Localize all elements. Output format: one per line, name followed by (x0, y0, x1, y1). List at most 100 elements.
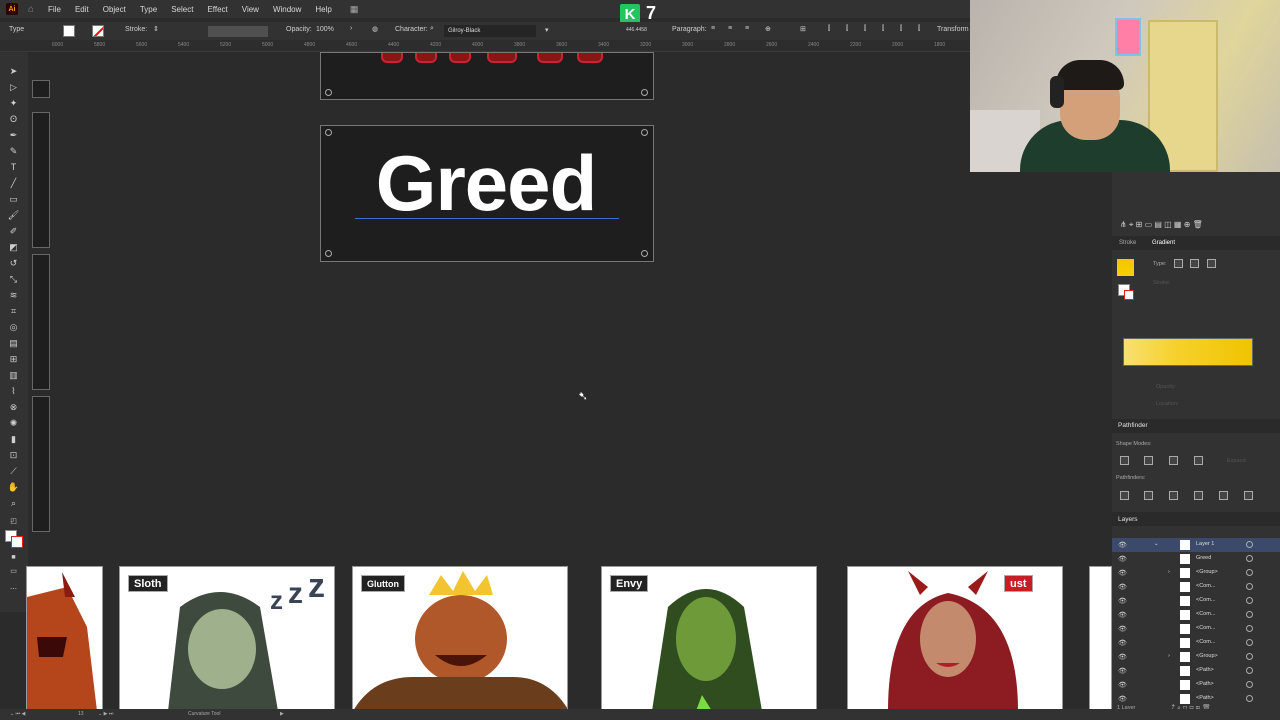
chevron-right-icon[interactable]: › (350, 25, 352, 32)
menu-file[interactable]: File (48, 5, 61, 14)
mesh-tool-icon[interactable]: ⊞ (7, 354, 20, 365)
minus-back-icon[interactable] (1244, 491, 1253, 500)
draw-mode-icon[interactable]: ▭ (7, 566, 20, 577)
crop-icon[interactable] (1194, 491, 1203, 500)
opacity-value[interactable]: 100% (316, 26, 334, 33)
expand-button[interactable]: Expand (1227, 458, 1246, 464)
linear-gradient-icon[interactable] (1174, 259, 1183, 268)
stroke-color-swatch[interactable] (11, 536, 23, 548)
eraser-tool-icon[interactable]: ◩ (7, 242, 20, 253)
magic-wand-tool-icon[interactable]: ✦ (7, 98, 20, 109)
artboard-strip[interactable] (32, 396, 50, 532)
trim-icon[interactable] (1144, 491, 1153, 500)
align-hcenter-icon[interactable]: ⫿ (846, 25, 848, 33)
more-tools-icon[interactable]: ⋯ (7, 584, 20, 595)
paintbrush-tool-icon[interactable]: 🖌 (7, 210, 20, 221)
lasso-tool-icon[interactable]: ʘ (7, 114, 20, 125)
font-family-field[interactable]: Gilroy-Black (444, 25, 536, 37)
align-center-icon[interactable]: ≡ (728, 25, 732, 32)
symbol-sprayer-tool-icon[interactable]: ✺ (7, 418, 20, 429)
shaper-tool-icon[interactable]: ✐ (7, 226, 20, 237)
menu-window[interactable]: Window (273, 5, 301, 14)
home-icon[interactable]: ⌂ (28, 4, 34, 15)
artboard-previous[interactable] (320, 52, 654, 100)
gradient-tool-icon[interactable]: ▥ (7, 370, 20, 381)
zoom-tool-icon[interactable]: ⌕ (7, 498, 20, 509)
transform-label[interactable]: Transform (937, 26, 969, 33)
layer-row[interactable]: 👁 <Com... (1112, 622, 1280, 636)
artboard-strip[interactable] (32, 254, 50, 390)
outline-icon[interactable] (1219, 491, 1228, 500)
slice-tool-icon[interactable]: ⟋ (7, 466, 20, 477)
gradient-stroke-swatch[interactable] (1124, 290, 1134, 300)
align-right-icon[interactable]: ≡ (745, 25, 749, 32)
menu-help[interactable]: Help (315, 5, 331, 14)
panel-toolbar-icons[interactable]: ⋔ ⌖ ⊞ ▭ ▤ ◫ ▦ ⊕ 🗑 (1120, 220, 1203, 230)
menu-effect[interactable]: Effect (207, 5, 227, 14)
align-top-icon[interactable]: ⫿ (882, 25, 884, 33)
artboard-handle[interactable] (641, 89, 648, 96)
artboard-strip[interactable] (32, 112, 50, 248)
card-partial[interactable] (1089, 566, 1112, 710)
artboard-next-icons[interactable]: ⌄ ▶ ⏭ (98, 711, 113, 717)
default-colors-icon[interactable]: ◰ (7, 516, 20, 527)
hand-tool-icon[interactable]: ✋ (7, 482, 20, 493)
selection-tool-icon[interactable]: ➤ (7, 66, 20, 77)
divide-icon[interactable] (1120, 491, 1129, 500)
layer-row[interactable]: 👁 <Path> (1112, 678, 1280, 692)
exclude-icon[interactable] (1194, 456, 1203, 465)
gradient-slider[interactable] (1123, 338, 1253, 366)
shape-builder-tool-icon[interactable]: ◎ (7, 322, 20, 333)
font-size-value[interactable]: 446.4458 (626, 27, 647, 33)
intersect-icon[interactable] (1169, 456, 1178, 465)
fill-swatch[interactable] (63, 25, 75, 37)
pen-tool-icon[interactable]: ✒ (7, 130, 20, 141)
perspective-grid-tool-icon[interactable]: ▤ (7, 338, 20, 349)
artboard-handle[interactable] (325, 129, 332, 136)
freeform-gradient-icon[interactable] (1207, 259, 1216, 268)
graph-tool-icon[interactable]: ▮ (7, 434, 20, 445)
layer-row[interactable]: 👁 <Com... (1112, 580, 1280, 594)
artboard-handle[interactable] (641, 250, 648, 257)
menu-select[interactable]: Select (171, 5, 193, 14)
rotate-tool-icon[interactable]: ↺ (7, 258, 20, 269)
menu-type[interactable]: Type (140, 5, 157, 14)
greed-text-object[interactable]: Greed (321, 138, 651, 229)
layer-row[interactable]: 👁 <Com... (1112, 636, 1280, 650)
layer-row[interactable]: 👁 <Com... (1112, 608, 1280, 622)
menu-edit[interactable]: Edit (75, 5, 89, 14)
artboard-greed[interactable]: Greed (320, 125, 654, 262)
artboard-handle[interactable] (325, 250, 332, 257)
align-left-icon[interactable]: ≡ (711, 25, 715, 32)
gradient-preview-swatch[interactable] (1117, 259, 1134, 276)
merge-icon[interactable] (1169, 491, 1178, 500)
card-glutton[interactable]: Glutton (352, 566, 568, 710)
layer-row[interactable]: 👁 › <Group> (1112, 566, 1280, 580)
card-sloth[interactable]: z z z Sloth (119, 566, 335, 710)
align-right-edge-icon[interactable]: ⫿ (864, 25, 866, 33)
color-mode-icon[interactable]: ■ (7, 552, 20, 563)
free-transform-tool-icon[interactable]: ⌗ (7, 306, 20, 317)
artboard-nav-icons[interactable]: ⌄ ⏮ ◀ (10, 711, 25, 717)
recolor-artwork-icon[interactable]: ⊕ (765, 25, 771, 33)
align-objects-icon[interactable]: ⊞ (800, 25, 806, 33)
artboard-tool-icon[interactable]: ⊡ (7, 450, 20, 461)
card-wrath[interactable] (26, 566, 103, 710)
radial-gradient-icon[interactable] (1190, 259, 1199, 268)
align-vcenter-icon[interactable]: ⫿ (900, 25, 902, 33)
stroke-stepper-icon[interactable]: ⇕ (153, 25, 159, 33)
artboard-number[interactable]: 13 (78, 711, 84, 717)
stroke-weight-field[interactable] (208, 26, 268, 37)
line-tool-icon[interactable]: ╱ (7, 178, 20, 189)
artboard-strip[interactable] (32, 80, 50, 98)
menu-view[interactable]: View (242, 5, 259, 14)
layer-row[interactable]: 👁 <Path> (1112, 664, 1280, 678)
layer-row[interactable]: 👁 › <Group> (1112, 650, 1280, 664)
blend-tool-icon[interactable]: ⊗ (7, 402, 20, 413)
card-lust[interactable]: ust (847, 566, 1063, 710)
align-bottom-icon[interactable]: ⫿ (918, 25, 920, 33)
warp-tool-icon[interactable]: ≋ (7, 290, 20, 301)
scale-tool-icon[interactable]: ⤡ (7, 274, 20, 285)
stroke-swatch[interactable] (92, 25, 104, 37)
card-envy[interactable]: Envy (601, 566, 817, 710)
